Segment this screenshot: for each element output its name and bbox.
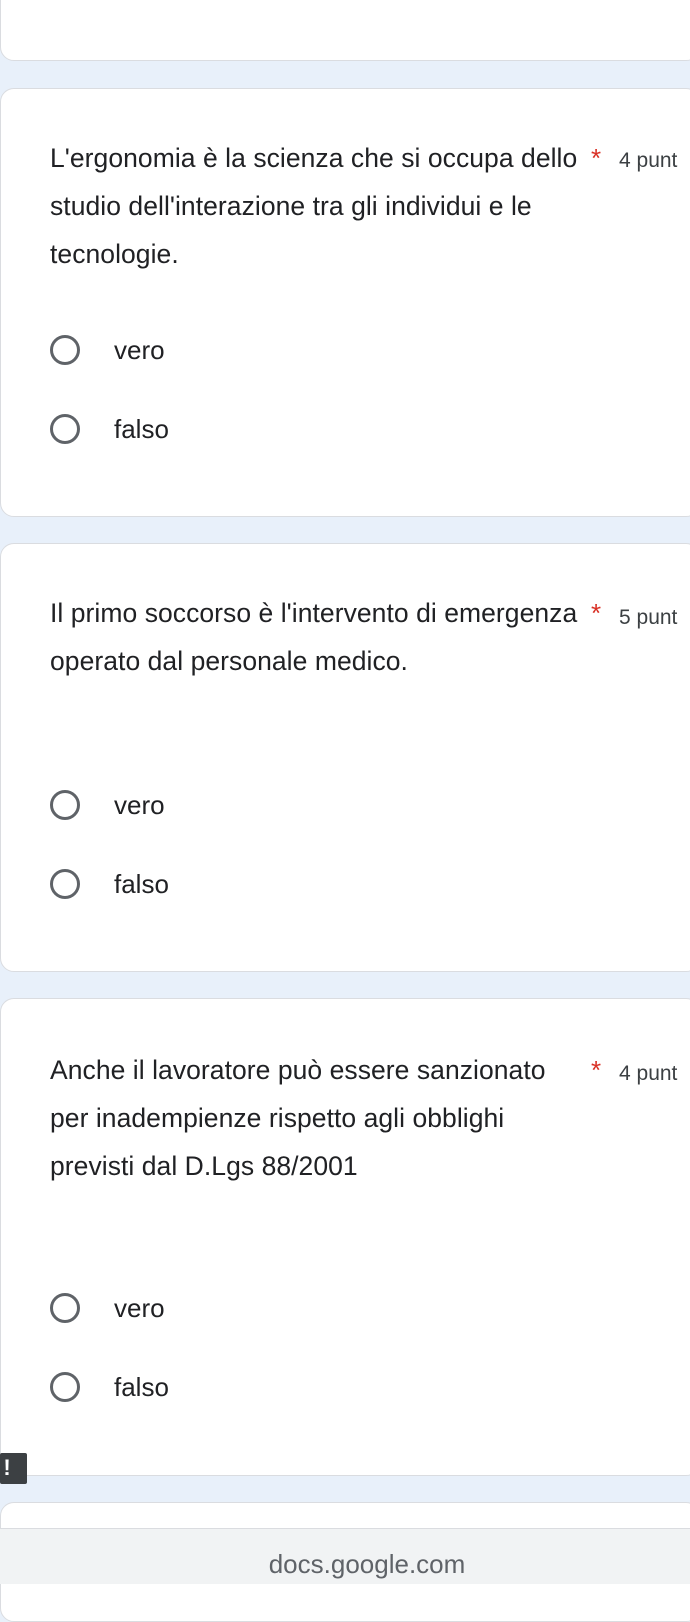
radio-button[interactable] bbox=[50, 790, 80, 820]
question-3-text: Anche il lavoratore può essere sanzionat… bbox=[50, 1055, 546, 1181]
radio-button[interactable] bbox=[50, 335, 80, 365]
question-1-text: L'ergonomia è la scienza che si occupa d… bbox=[50, 143, 578, 269]
option-label: falso bbox=[114, 414, 169, 444]
required-asterisk: * bbox=[591, 598, 602, 628]
radio-button[interactable] bbox=[50, 1293, 80, 1323]
question-2-option-vero[interactable]: vero bbox=[50, 785, 350, 825]
radio-button[interactable] bbox=[50, 1372, 80, 1402]
question-3-points: 4 punt bbox=[619, 1062, 678, 1085]
option-label: vero bbox=[114, 335, 165, 365]
previous-question-card bbox=[0, 0, 690, 61]
question-2-points: 5 punt bbox=[619, 606, 678, 629]
option-label: falso bbox=[114, 869, 169, 899]
question-1-points: 4 punt bbox=[619, 149, 678, 172]
option-label: vero bbox=[114, 1293, 165, 1323]
error-indicator-icon: ! bbox=[0, 1453, 27, 1484]
question-1-option-falso[interactable]: falso bbox=[50, 409, 350, 449]
question-2-option-falso[interactable]: falso bbox=[50, 864, 350, 904]
question-3-option-vero[interactable]: vero bbox=[50, 1288, 350, 1328]
question-3-option-falso[interactable]: falso bbox=[50, 1367, 350, 1407]
browser-url-bar[interactable]: docs.google.com bbox=[0, 1528, 690, 1584]
option-label: falso bbox=[114, 1372, 169, 1402]
url-text: docs.google.com bbox=[268, 1549, 466, 1579]
option-label: vero bbox=[114, 790, 165, 820]
exclamation-icon: ! bbox=[3, 1455, 11, 1480]
required-asterisk: * bbox=[591, 1055, 602, 1085]
required-asterisk: * bbox=[591, 143, 602, 173]
radio-button[interactable] bbox=[50, 869, 80, 899]
radio-button[interactable] bbox=[50, 414, 80, 444]
question-1-option-vero[interactable]: vero bbox=[50, 330, 350, 370]
question-2-text: Il primo soccorso è l'intervento di emer… bbox=[50, 598, 578, 676]
